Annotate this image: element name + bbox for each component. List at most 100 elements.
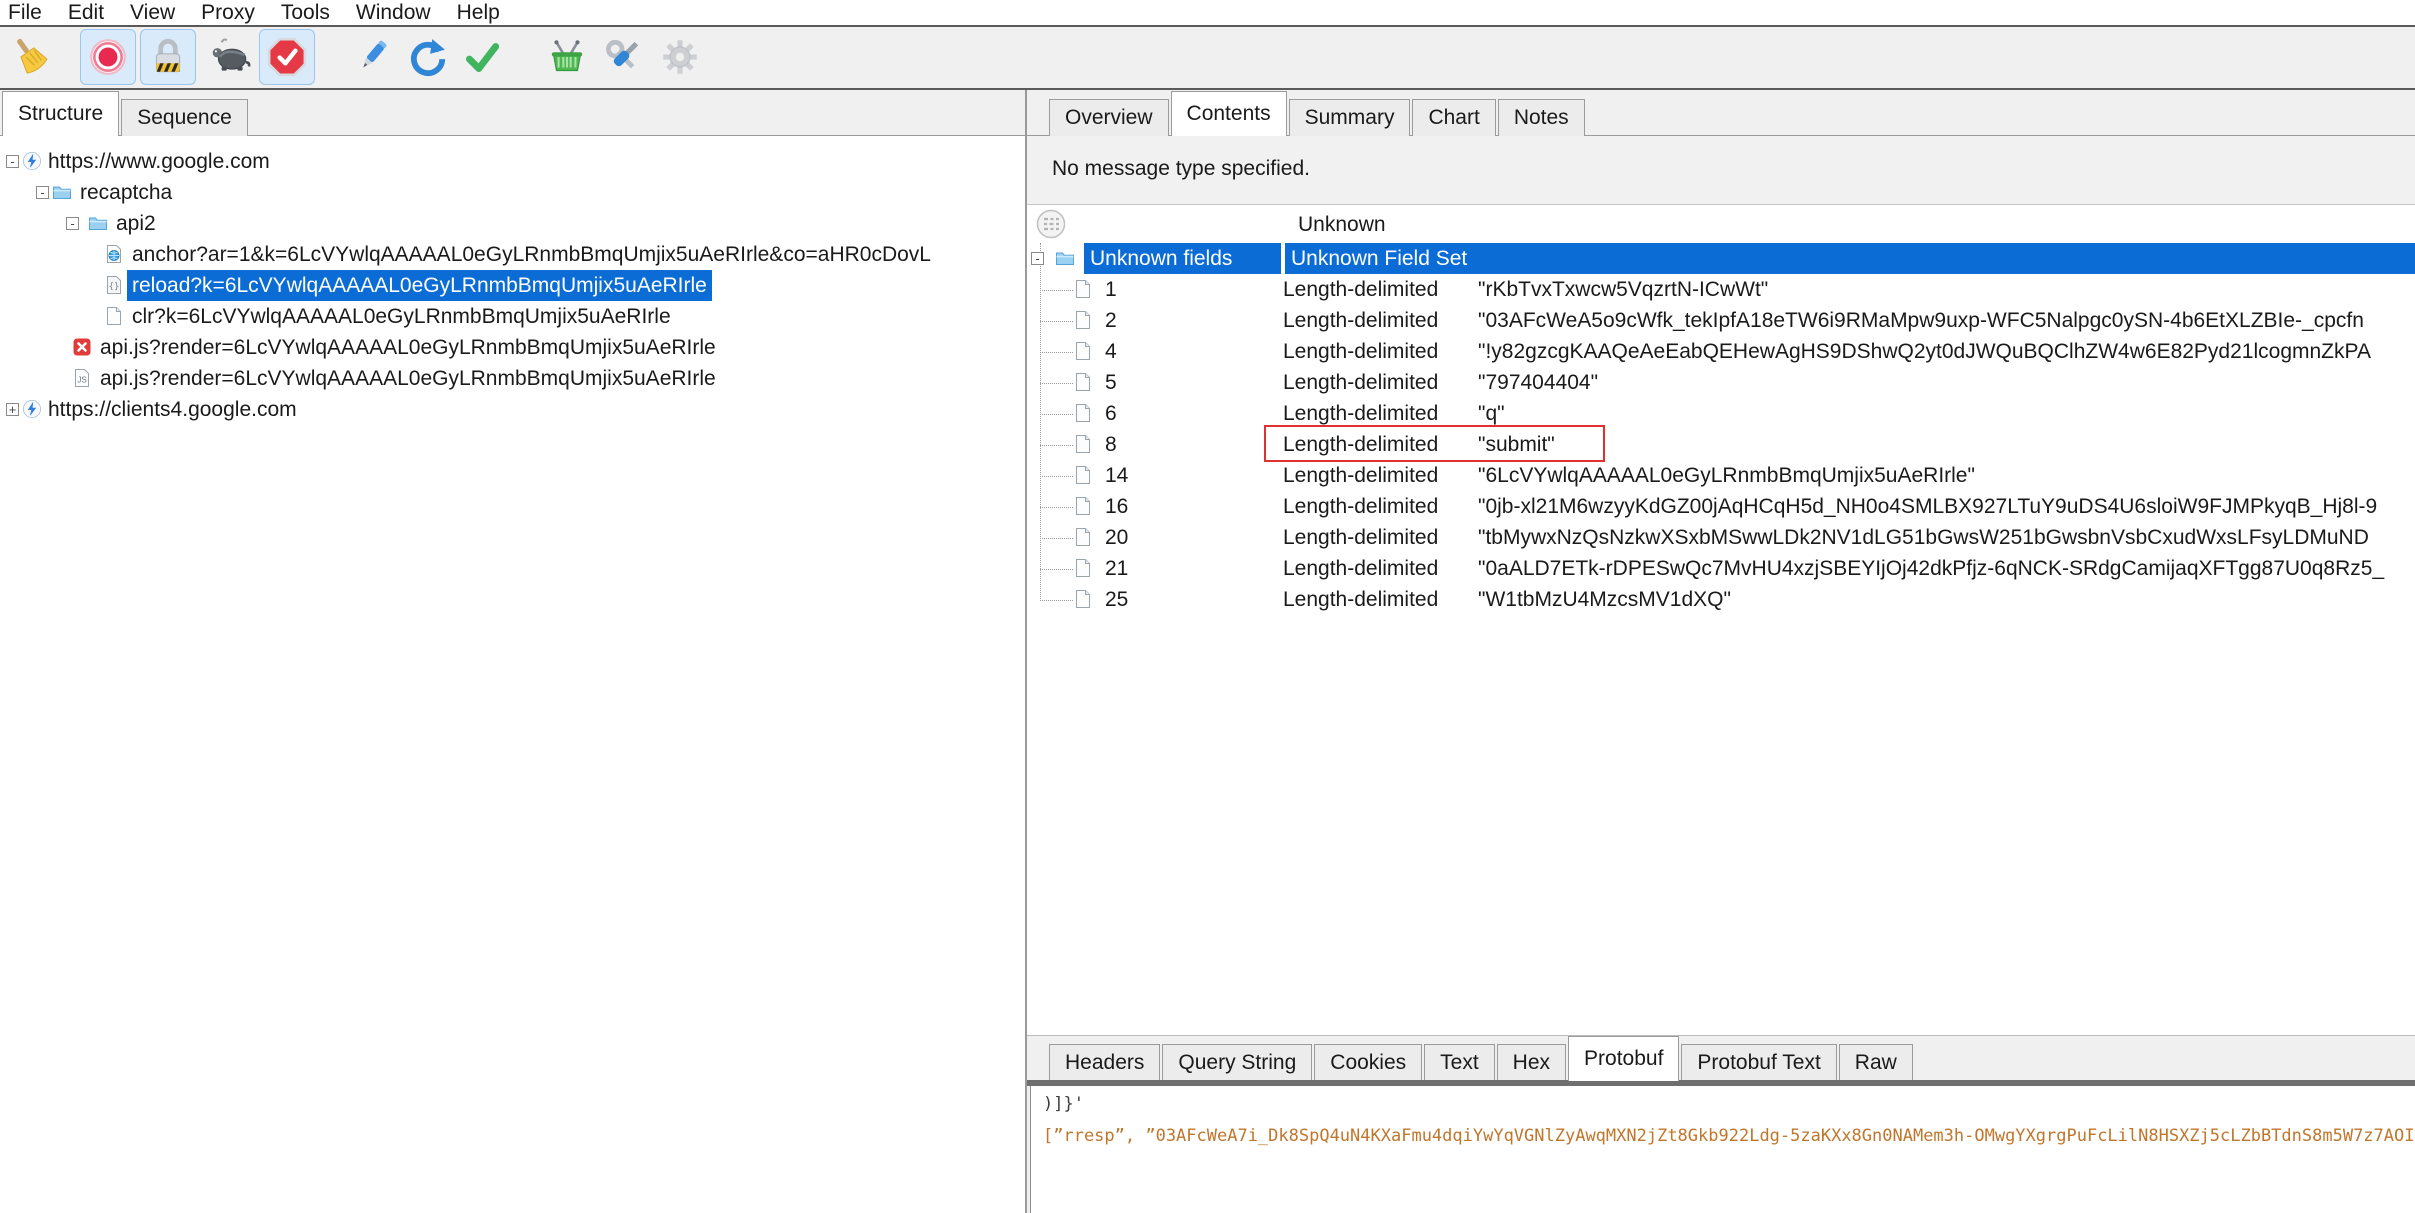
- viewer-tab-hex[interactable]: Hex: [1497, 1044, 1566, 1081]
- doc-icon: [1073, 341, 1093, 361]
- tree-connector-stub: [1040, 507, 1073, 508]
- request-tree: - https://www.google.com - recaptcha-api2an…: [0, 136, 1025, 1213]
- tree-item[interactable]: clr?k=6LcVYwlqAAAAAL0eGyLRnmbBmqUmjix5uA…: [0, 301, 1025, 332]
- menu-item-proxy[interactable]: Proxy: [201, 0, 255, 25]
- expand-expander[interactable]: +: [6, 403, 19, 416]
- validate-button[interactable]: [454, 29, 510, 85]
- tree-item[interactable]: {}reload?k=6LcVYwlqAAAAAL0eGyLRnmbBmqUmj…: [0, 270, 1025, 301]
- folder-icon: [52, 182, 72, 202]
- tab-overview[interactable]: Overview: [1049, 99, 1169, 136]
- tab-chart[interactable]: Chart: [1412, 99, 1495, 136]
- field-type: Length-delimited: [1283, 522, 1438, 553]
- field-type: Length-delimited: [1283, 491, 1438, 522]
- doc-icon: [1073, 279, 1093, 299]
- viewer-tab-cookies[interactable]: Cookies: [1314, 1044, 1422, 1081]
- pen-icon: [351, 36, 393, 78]
- ssl-proxying-button[interactable]: [140, 29, 196, 85]
- field-number: 5: [1105, 367, 1117, 398]
- tree-item[interactable]: anchor?ar=1&k=6LcVYwlqAAAAAL0eGyLRnmbBmq…: [0, 239, 1025, 270]
- check-icon: [461, 36, 503, 78]
- raw-preview-pane[interactable]: )]}' [”rresp”, ”03AFcWeA7i_Dk8SpQ4uN4KXa…: [1030, 1086, 2415, 1213]
- settings-button[interactable]: [652, 29, 708, 85]
- tree-connector-stub: [1040, 290, 1073, 291]
- tree-item[interactable]: -api2: [0, 208, 1025, 239]
- field-value: "03AFcWeA5o9cWfk_tekIpfA18eTW6i9RMaMpw9u…: [1478, 305, 2364, 336]
- viewer-tab-headers[interactable]: Headers: [1049, 1044, 1160, 1081]
- throttling-button[interactable]: [202, 29, 258, 85]
- tab-notes[interactable]: Notes: [1498, 99, 1585, 136]
- field-type: Length-delimited: [1283, 305, 1438, 336]
- protobuf-row[interactable]: 14Length-delimited"6LcVYwlqAAAAAL0eGyLRn…: [1027, 460, 2415, 491]
- tree-item[interactable]: api.js?render=6LcVYwlqAAAAAL0eGyLRnmbBmq…: [0, 332, 1025, 363]
- tree-item-label: recaptcha: [75, 177, 177, 208]
- field-number: 16: [1105, 491, 1128, 522]
- viewer-tab-protobuf[interactable]: Protobuf: [1568, 1036, 1679, 1081]
- protobuf-row[interactable]: 20Length-delimited"tbMywxNzQsNzkwXSxbMSw…: [1027, 522, 2415, 553]
- protobuf-row[interactable]: 16Length-delimited"0jb-xl21M6wzyyKdGZ00j…: [1027, 491, 2415, 522]
- collapse-expander[interactable]: -: [1031, 252, 1044, 265]
- error-icon: [72, 337, 92, 357]
- panel-divider[interactable]: [1025, 90, 1027, 1213]
- field-type: Length-delimited: [1283, 553, 1438, 584]
- doc-icon: [1073, 589, 1093, 609]
- tree-item-label: https://www.google.com: [43, 146, 275, 177]
- field-type: Length-delimited: [1283, 460, 1438, 491]
- protobuf-row[interactable]: 25Length-delimited"W1tbMzU4MzcsMV1dXQ": [1027, 584, 2415, 615]
- tree-item[interactable]: - https://www.google.com: [0, 146, 1025, 177]
- collapse-expander[interactable]: -: [66, 217, 79, 230]
- field-value: "rKbTvxTxwcw5VqzrtN-ICwWt": [1478, 274, 1768, 305]
- tab-sequence[interactable]: Sequence: [121, 99, 248, 136]
- compose-button[interactable]: [344, 29, 400, 85]
- tree-item[interactable]: +https://clients4.google.com: [0, 394, 1025, 425]
- menu-item-view[interactable]: View: [130, 0, 175, 25]
- breakpoints-button[interactable]: [259, 29, 315, 85]
- viewer-tab-text[interactable]: Text: [1424, 1044, 1495, 1081]
- lightning-icon: [22, 399, 42, 419]
- protobuf-row[interactable]: 21Length-delimited"0aALD7ETk-rDPESwQc7Mv…: [1027, 553, 2415, 584]
- menu-item-help[interactable]: Help: [457, 0, 500, 25]
- field-number: 4: [1105, 336, 1117, 367]
- record-icon: [87, 36, 129, 78]
- no-message-type-text: No message type specified.: [1052, 136, 1310, 202]
- menu-item-edit[interactable]: Edit: [68, 0, 104, 25]
- protobuf-row[interactable]: 1Length-delimited"rKbTvxTxwcw5VqzrtN-ICw…: [1027, 274, 2415, 305]
- basket-tools-button[interactable]: [539, 29, 595, 85]
- protobuf-row[interactable]: 8Length-delimited"submit": [1027, 429, 2415, 460]
- broom-icon: [9, 36, 51, 78]
- menu-bar: File Edit View Proxy Tools Window Help: [0, 0, 2415, 25]
- protobuf-root-row[interactable]: - Unknown fields Unknown Field Set: [1027, 243, 2415, 274]
- viewer-tab-protobuf-text[interactable]: Protobuf Text: [1681, 1044, 1836, 1081]
- field-value: "W1tbMzU4MzcsMV1dXQ": [1478, 584, 1731, 615]
- field-type: Length-delimited: [1283, 584, 1438, 615]
- tree-item[interactable]: JSapi.js?render=6LcVYwlqAAAAAL0eGyLRnmbB…: [0, 363, 1025, 394]
- repeat-button[interactable]: [399, 29, 455, 85]
- tab-summary[interactable]: Summary: [1289, 99, 1411, 136]
- tree-connector-stub: [1040, 569, 1073, 570]
- collapse-expander[interactable]: -: [36, 186, 49, 199]
- tab-contents[interactable]: Contents: [1171, 91, 1287, 136]
- toolbar: [0, 27, 2415, 88]
- collapse-expander[interactable]: -: [6, 155, 19, 168]
- menu-item-tools[interactable]: Tools: [281, 0, 330, 25]
- viewer-tab-query-string[interactable]: Query String: [1162, 1044, 1312, 1081]
- field-number: 20: [1105, 522, 1128, 553]
- tree-item-label: reload?k=6LcVYwlqAAAAAL0eGyLRnmbBmqUmjix…: [127, 270, 712, 301]
- field-value: "!y82gzcgKAAQeAeEabQEHewAgHS9DShwQ2yt0dJ…: [1478, 336, 2371, 367]
- viewer-tab-raw[interactable]: Raw: [1839, 1044, 1913, 1081]
- protobuf-row[interactable]: 4Length-delimited"!y82gzcgKAAQeAeEabQEHe…: [1027, 336, 2415, 367]
- record-button[interactable]: [80, 29, 136, 85]
- protobuf-table: Unknown - Unknown fields Unknown Field S…: [1027, 205, 2415, 1035]
- tab-structure[interactable]: Structure: [2, 91, 119, 136]
- structure-panel: StructureSequence - https://www.google.co…: [0, 90, 1025, 1213]
- menu-item-window[interactable]: Window: [356, 0, 431, 25]
- tree-item[interactable]: - recaptcha: [0, 177, 1025, 208]
- contents-panel: OverviewContentsSummaryChartNotes No mes…: [1027, 90, 2415, 1213]
- toolbox-button[interactable]: [595, 29, 651, 85]
- protobuf-row[interactable]: 6Length-delimited"q": [1027, 398, 2415, 429]
- clear-session-button[interactable]: [2, 29, 58, 85]
- protobuf-row[interactable]: 2 Length-delimited "03AFcWeA5o9cWfk_tekIpf…: [1027, 305, 2415, 336]
- menu-item-file[interactable]: File: [8, 0, 42, 25]
- tree-connector-stub: [1040, 538, 1073, 539]
- field-number: 2: [1105, 305, 1117, 336]
- protobuf-row[interactable]: 5Length-delimited"797404404": [1027, 367, 2415, 398]
